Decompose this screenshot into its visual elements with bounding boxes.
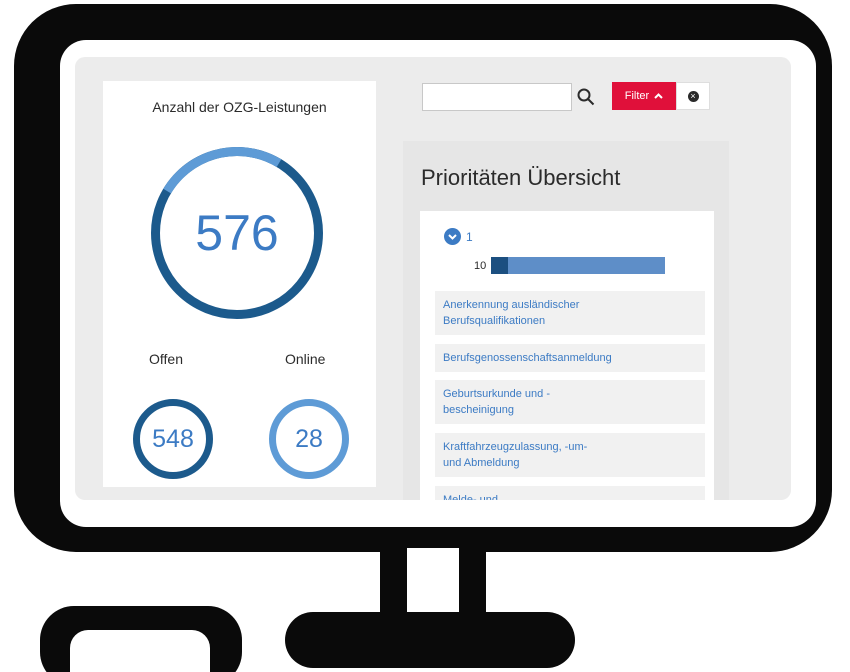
monitor-frame: Anzahl der OZG-Leistungen 576 Offen Onli… [14,4,832,552]
pc-tower [40,606,242,672]
service-item-label: Berufsqualifikationen [443,315,546,327]
priorities-heading: Prioritäten Übersicht [421,165,621,190]
service-item-label: Anerkennung ausländischer [443,299,580,311]
service-item-label: Geburtsurkunde und - [443,388,551,400]
service-item-label: und Abmeldung [443,457,520,469]
priority-bar-fill [491,257,509,274]
priorities-panel: Prioritäten Übersicht 1 10 Anerkennung a… [403,141,729,500]
close-circle-icon: × [687,90,699,102]
service-item-label: Kraftfahrzeugzulassung, -um- [443,441,588,453]
clear-filter-button[interactable]: × [676,82,710,110]
service-item[interactable]: Kraftfahrzeugzulassung, -um- und Abmeldu… [435,433,705,477]
priority-count: 10 [474,260,487,272]
online-label: Online [285,351,326,367]
offen-label: Offen [149,351,183,367]
service-item-label: Berufsgenossenschaftsanmeldung [443,352,612,364]
priority-bar [491,257,665,274]
offen-value: 548 [152,424,194,453]
priority-group-toggle[interactable]: 1 [444,228,473,245]
service-item[interactable]: Geburtsurkunde und - bescheinigung [435,380,705,424]
service-item-label: Melde- und [443,494,499,500]
chevron-up-icon [654,93,663,99]
total-ring-accent [132,128,342,338]
dashboard-screen: Anzahl der OZG-Leistungen 576 Offen Onli… [75,57,791,500]
chevron-down-icon [444,228,461,245]
online-ring: 28 [269,399,349,479]
priority-level: 1 [466,229,473,244]
service-item[interactable]: Melde- und [435,486,705,500]
priorities-list: 1 10 Anerkennung ausländischer Berufsqua… [420,211,714,500]
service-item[interactable]: Berufsgenossenschaftsanmeldung [435,344,705,372]
monitor-stand-base [285,612,575,668]
filter-button[interactable]: Filter [612,82,676,110]
pc-tower-panel [70,630,210,672]
online-value: 28 [295,424,323,453]
stats-card: Anzahl der OZG-Leistungen 576 Offen Onli… [103,81,376,487]
stats-title: Anzahl der OZG-Leistungen [152,99,327,115]
offen-ring: 548 [133,399,213,479]
search-icon[interactable] [577,88,595,106]
monitor-screen: Anzahl der OZG-Leistungen 576 Offen Onli… [60,40,816,527]
service-item[interactable]: Anerkennung ausländischer Berufsqualifik… [435,291,705,335]
service-item-label: bescheinigung [443,404,514,416]
search-input[interactable] [422,83,572,111]
filter-label: Filter [624,90,650,102]
